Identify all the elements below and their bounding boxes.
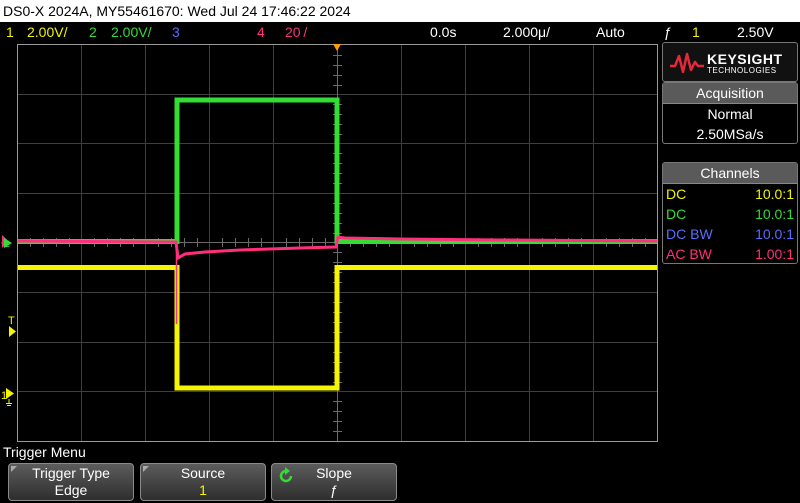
source-softkey[interactable]: Source 1: [140, 463, 266, 501]
channel-row-2[interactable]: DC 10.0:1: [663, 204, 797, 224]
brand-name: KEYSIGHT: [707, 51, 783, 67]
ch3-number[interactable]: 3: [172, 22, 180, 42]
ch1-probe: 10.0:1: [755, 186, 794, 202]
channel-row-3[interactable]: DC BW 10.0:1: [663, 224, 797, 244]
svg-text:2: 2: [5, 239, 10, 249]
softkey-corner-icon: [11, 466, 17, 472]
right-info-panel: KEYSIGHT TECHNOLOGIES Acquisition Normal…: [660, 42, 800, 442]
brand-logo: KEYSIGHT TECHNOLOGIES: [662, 42, 798, 82]
ch3-coupling: DC BW: [666, 226, 713, 242]
trigger-type-softkey[interactable]: Trigger Type Edge: [8, 463, 134, 501]
keysight-wave-icon: [670, 52, 704, 74]
trigger-edge-icon: ƒ: [664, 24, 672, 40]
ch1-coupling: DC: [666, 186, 687, 202]
channels-header: Channels: [663, 163, 797, 184]
softkey-label: Source: [180, 465, 226, 481]
ch4-scale[interactable]: 20 /: [285, 22, 307, 42]
softkey-value: 1: [199, 482, 207, 498]
softkey-corner-icon: [143, 466, 149, 472]
status-bar: 1 2.00V/ 2 2.00V/ 3 4 20 / 0.0s 2.000μ/ …: [0, 22, 800, 42]
ch2-coupling: DC: [666, 206, 687, 222]
svg-text:T: T: [8, 315, 15, 327]
knob-rotate-icon: [279, 467, 293, 483]
channel-row-1[interactable]: DC 10.0:1: [663, 184, 797, 204]
softkey-value: Edge: [54, 482, 88, 498]
trigger-mode[interactable]: Auto: [596, 22, 625, 42]
acquisition-header: Acquisition: [663, 83, 797, 104]
ch4-probe: 1.00:1: [755, 246, 794, 262]
ch2-scale[interactable]: 2.00V/: [111, 22, 151, 42]
channels-panel[interactable]: Channels DC 10.0:1 DC 10.0:1 DC BW 10.0:…: [662, 162, 798, 264]
timebase[interactable]: 2.000μ/: [503, 22, 550, 42]
brand-subtitle: TECHNOLOGIES: [707, 66, 777, 75]
softkey-label: Trigger Type: [32, 465, 110, 481]
ch1-number[interactable]: 1: [6, 22, 14, 42]
trigger-source[interactable]: 1: [692, 22, 700, 42]
acquisition-mode: Normal: [707, 106, 753, 122]
slope-softkey[interactable]: Slope ƒ: [271, 463, 397, 501]
ch3-probe: 10.0:1: [755, 226, 794, 242]
ch4-coupling: AC BW: [666, 246, 712, 262]
ch1-scale[interactable]: 2.00V/: [27, 22, 67, 42]
ch2-number[interactable]: 2: [89, 22, 97, 42]
time-offset[interactable]: 0.0s: [430, 22, 456, 42]
acquisition-panel[interactable]: Acquisition Normal 2.50MSa/s: [662, 82, 798, 144]
ch2-probe: 10.0:1: [755, 206, 794, 222]
menu-title: Trigger Menu: [3, 444, 86, 460]
trigger-level[interactable]: 2.50V: [737, 22, 774, 42]
channel-row-4[interactable]: AC BW 1.00:1: [663, 244, 797, 264]
sample-rate: 2.50MSa/s: [696, 126, 764, 142]
waveform-display[interactable]: 4 2 T 1: [0, 42, 660, 442]
title-bar: DS0-X 2024A, MY55461670: Wed Jul 24 17:4…: [0, 0, 800, 22]
ch4-number[interactable]: 4: [257, 22, 265, 42]
